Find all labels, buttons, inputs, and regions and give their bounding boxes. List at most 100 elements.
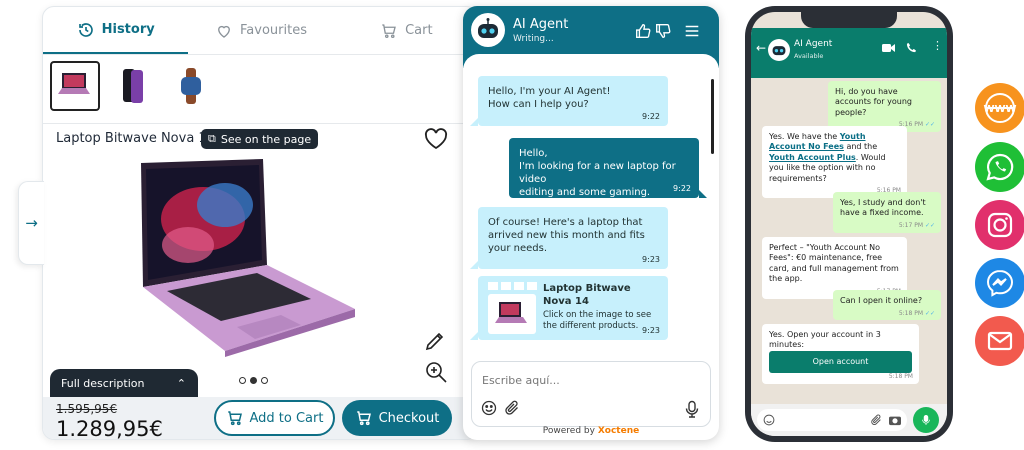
tab-history-label: History [101, 22, 155, 37]
chat-message-bot: Hello, I'm your AI Agent! How can I help… [470, 76, 668, 126]
www-icon[interactable]: WWW [975, 83, 1024, 133]
card-desc-line: the different products. [543, 321, 639, 332]
message-line: Of course! Here's a laptop that [488, 217, 643, 228]
messenger-icon[interactable] [975, 258, 1024, 308]
camera-icon[interactable] [889, 414, 901, 426]
microphone-icon [922, 414, 930, 425]
see-on-page-label: See on the page [220, 132, 312, 146]
menu-icon[interactable] [683, 22, 701, 40]
see-on-page-button[interactable]: ⧉ See on the page [201, 129, 319, 149]
carousel-dot[interactable] [261, 377, 268, 384]
tab-cart-label: Cart [405, 23, 433, 38]
whatsapp-screen: ← AI Agent Available ⋮ Hi, do you have a… [751, 12, 947, 436]
tab-cart[interactable]: Cart [334, 7, 477, 54]
thumbs-up-icon[interactable] [634, 22, 652, 40]
tab-favourites-label: Favourites [240, 23, 307, 38]
back-arrow-icon[interactable]: ← [756, 41, 766, 55]
chat-scrollbar[interactable] [711, 79, 714, 154]
whatsapp-header: ← AI Agent Available ⋮ [751, 28, 947, 78]
old-price: 1.595,95€ [56, 402, 118, 416]
message-time: 5:18 PM [888, 373, 913, 381]
instagram-icon[interactable] [975, 200, 1024, 250]
chat-body: Hello, I'm your AI Agent! How can I help… [463, 54, 719, 364]
carousel-dot[interactable] [239, 377, 246, 384]
cart-checkout-icon [356, 411, 371, 426]
add-to-cart-button[interactable]: Add to Cart [214, 400, 335, 436]
card-title-line: Laptop Bitwave [543, 283, 631, 294]
whatsapp-mic-button[interactable] [913, 407, 939, 433]
robot-avatar-icon [471, 13, 505, 47]
thumbs-down-icon[interactable] [654, 22, 672, 40]
full-description-label: Full description [61, 376, 145, 390]
cart-icon [382, 23, 396, 38]
watch-thumbnail-image [181, 68, 201, 104]
youth-account-plus-link[interactable]: Youth Account Plus [769, 153, 856, 162]
contact-status: Available [794, 52, 824, 60]
wa-message-user: Can I open it online? 5:18 PM ✓✓ [833, 290, 941, 321]
card-laptop-image[interactable] [488, 294, 536, 334]
message-time: 9:23 [642, 254, 660, 264]
wa-message-user: Yes, I study and don't have a fixed inco… [833, 192, 941, 233]
contact-name: AI Agent [794, 39, 833, 49]
whatsapp-icon[interactable] [975, 142, 1024, 192]
card-title-line: Nova 14 [543, 295, 589, 307]
wa-message-bot: Yes. Open your account in 3 minutes: Ope… [762, 324, 919, 384]
powered-by-label: Powered by [542, 426, 595, 436]
thumbnail-phone[interactable] [108, 61, 158, 111]
chat-message-user: Hello, I'm looking for a new laptop for … [509, 138, 707, 198]
message-text: Perfect – "Youth Account No Fees": €0 ma… [769, 243, 899, 284]
microphone-icon[interactable] [684, 400, 700, 418]
checkout-button[interactable]: Checkout [342, 400, 452, 436]
current-price: 1.289,95€ [56, 417, 163, 440]
cart-add-icon [227, 411, 242, 426]
full-description-toggle[interactable]: Full description ⌃ [50, 369, 198, 397]
whatsapp-input-bar [751, 404, 947, 436]
emoji-icon[interactable] [481, 400, 497, 416]
attachment-icon[interactable] [871, 414, 883, 426]
message-text: Yes. We have the [769, 132, 840, 141]
message-time: 5:17 PM ✓✓ [898, 221, 935, 229]
add-to-cart-label: Add to Cart [249, 410, 324, 426]
whatsapp-message-field[interactable] [757, 409, 907, 431]
wa-message-user: Hi, do you have accounts for young peopl… [828, 81, 941, 133]
phone-notch [801, 12, 897, 28]
message-time: 9:22 [673, 183, 691, 193]
open-account-button[interactable]: Open account [769, 351, 912, 373]
message-line: How can I help you? [488, 99, 589, 110]
card-mini-thumbs [488, 282, 537, 290]
emoji-icon[interactable] [763, 414, 775, 426]
favourite-heart-icon[interactable] [423, 127, 449, 151]
email-icon[interactable] [975, 316, 1024, 366]
carousel-dot-active[interactable] [250, 377, 257, 384]
zoom-in-icon[interactable] [423, 359, 449, 385]
tab-bar: History Favourites Cart [43, 7, 477, 55]
message-line: I'm looking for a new laptop for video [519, 161, 676, 185]
arrow-right-icon: → [25, 214, 38, 232]
message-time-value: 5:17 PM [898, 221, 924, 229]
chat-input-placeholder[interactable]: Escribe aquí... [482, 374, 560, 387]
product-panel: History Favourites Cart Laptop Bitwave N… [42, 6, 478, 440]
message-line: your needs. [488, 243, 548, 254]
thumbnail-laptop[interactable] [50, 61, 100, 111]
edit-pencil-icon[interactable] [423, 329, 447, 353]
message-line: Hello, I'm your AI Agent! [488, 86, 611, 97]
chat-input-box[interactable]: Escribe aquí... [471, 361, 711, 427]
more-options-icon[interactable]: ⋮ [932, 39, 943, 52]
svg-text:WWW: WWW [983, 104, 1016, 115]
message-line: editing and some gaming. [519, 187, 651, 198]
external-link-icon: ⧉ [208, 132, 216, 145]
message-line: arrived new this month and fits [488, 230, 645, 241]
chat-message-bot: Of course! Here's a laptop that arrived … [470, 207, 668, 269]
ai-chat-widget: AI Agent Writing... Hello, I'm your AI A… [463, 6, 719, 440]
chat-product-card[interactable]: Laptop Bitwave Nova 14 Click on the imag… [470, 276, 668, 340]
side-expand-tab[interactable]: → [18, 181, 44, 265]
thumbnail-watch[interactable] [166, 61, 216, 111]
history-icon [78, 22, 93, 37]
attachment-icon[interactable] [505, 400, 521, 416]
tab-history[interactable]: History [43, 7, 189, 54]
tab-favourites[interactable]: Favourites [188, 7, 333, 54]
phone-call-icon[interactable] [906, 42, 917, 53]
phone-mockup: ← AI Agent Available ⋮ Hi, do you have a… [745, 6, 953, 442]
video-call-icon[interactable] [882, 43, 895, 53]
message-text: Yes, I study and don't have a fixed inco… [840, 198, 926, 218]
